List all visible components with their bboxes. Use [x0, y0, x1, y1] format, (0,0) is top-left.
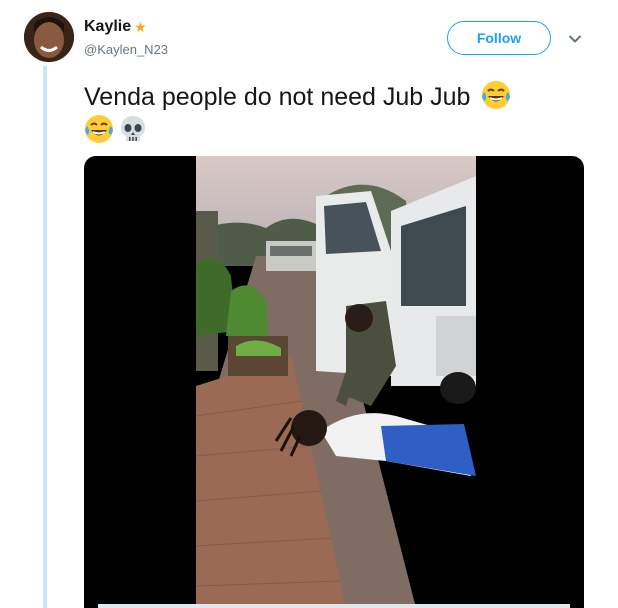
- follow-button[interactable]: Follow: [447, 21, 551, 55]
- video-progress-bar[interactable]: [98, 604, 570, 608]
- video-player[interactable]: [84, 156, 584, 608]
- video-frame[interactable]: [196, 156, 476, 608]
- tweet-text: Venda people do not need Jub Jub: [84, 80, 584, 148]
- avatar[interactable]: [24, 12, 74, 62]
- chevron-down-icon[interactable]: [568, 32, 582, 46]
- user-name-row: Kaylie ★: [84, 18, 147, 36]
- display-name[interactable]: Kaylie: [84, 18, 131, 36]
- skull-icon: [121, 116, 145, 141]
- face-with-tears-of-joy-icon: [85, 115, 113, 143]
- thread-line: [43, 66, 47, 608]
- tweet-text-body: Venda people do not need Jub Jub: [84, 83, 471, 111]
- face-with-tears-of-joy-icon: [482, 81, 511, 109]
- sparkle-star-icon: ★: [134, 19, 147, 35]
- user-handle[interactable]: @Kaylen_N23: [84, 42, 168, 57]
